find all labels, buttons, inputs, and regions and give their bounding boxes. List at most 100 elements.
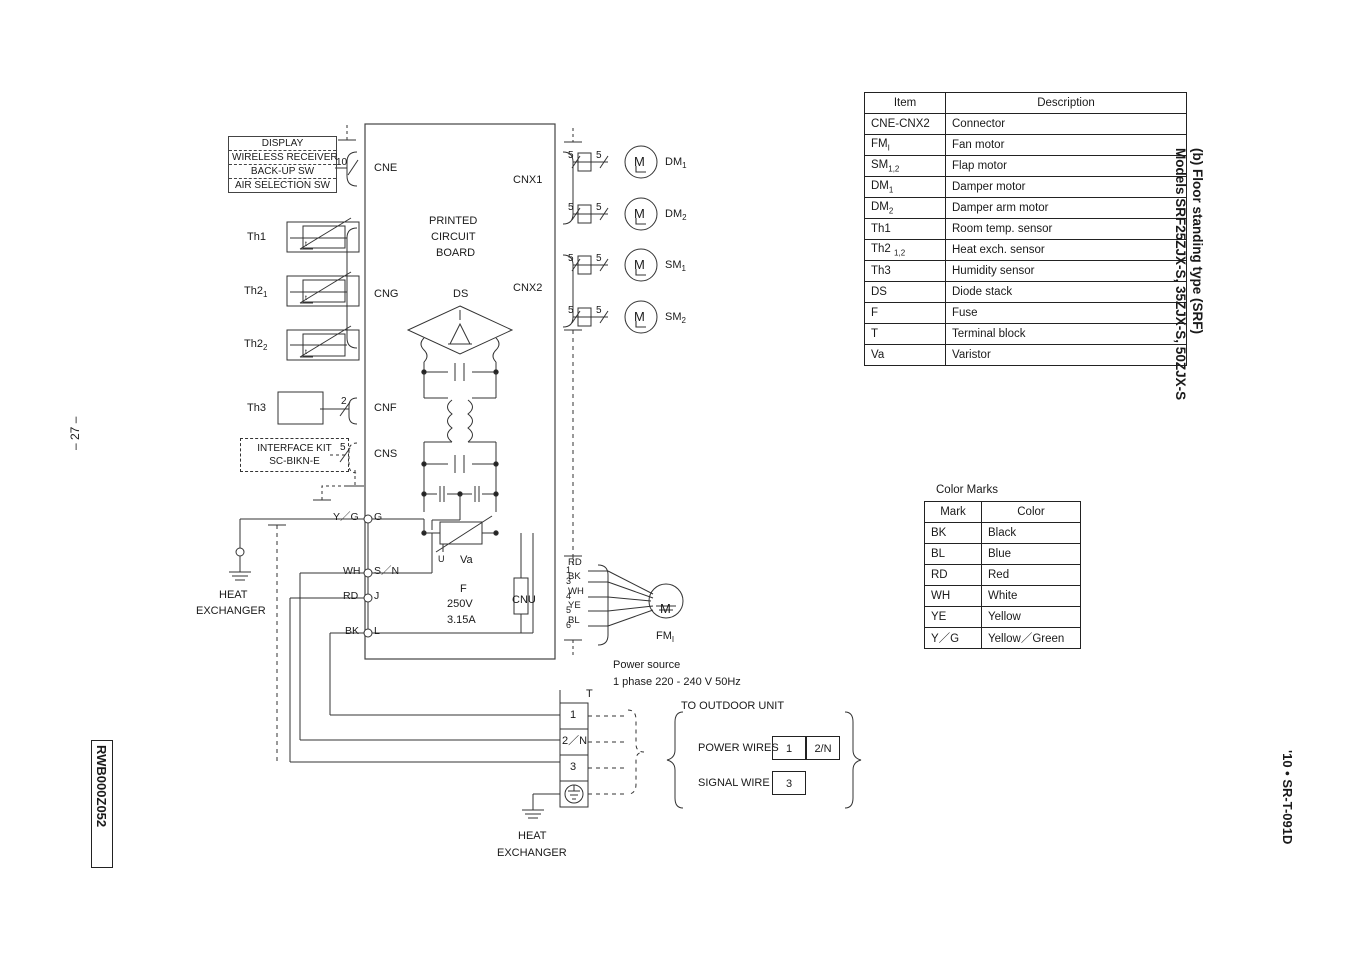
dm2-wire-out: 5 (596, 202, 602, 213)
fm-wire-color-rd: RD (568, 557, 582, 568)
color-header-mark: Mark (924, 501, 982, 523)
color-name-white: White (981, 585, 1081, 607)
power-wire-cell-2n: 2/N (806, 736, 840, 760)
pcb-title-line1: PRINTED (429, 215, 478, 227)
power-wires-label: POWER WIRES (698, 742, 779, 754)
connector-label-cnx1: CNX1 (513, 174, 543, 186)
connector-label-cnu: CNU (512, 594, 536, 606)
fuse-current: 3.15A (447, 614, 476, 626)
terminal-block-pin-2n: 2／N (562, 735, 588, 747)
terminal-mark-wh: WH (343, 565, 361, 577)
legend-header-row: Item Description (864, 92, 1187, 114)
motor-glyph-sm1: M (634, 257, 645, 272)
fm-wire-color-wh: WH (568, 586, 584, 597)
heat-exchanger-bottom-line2: EXCHANGER (497, 847, 567, 859)
power-source-line1: Power source (613, 659, 681, 671)
terminal-mark-bk: BK (345, 625, 360, 637)
legend-item-fm: FMI (864, 134, 946, 156)
connector-label-cng: CNG (374, 288, 399, 300)
pcb-title-line2: CIRCUIT (431, 231, 476, 243)
legend-desc-varistor: Varistor (945, 344, 1187, 366)
legend-desc-fan-motor: Fan motor (945, 134, 1187, 156)
dm1-wire-out: 5 (596, 150, 602, 161)
models-label: Models SRF25ZJX-S, 35ZJX-S, 50ZJX-S (1173, 148, 1188, 401)
motor-label-sm1: SM1 (665, 259, 686, 274)
terminal-mark-yg: Y／G (333, 511, 359, 523)
legend-desc-diode-stack: Diode stack (945, 281, 1187, 303)
table-row: Y／G Yellow／Green (924, 627, 1081, 649)
terminal-pin-j: J (374, 590, 380, 602)
dm1-wire-in: 5 (568, 150, 574, 161)
color-mark-wh: WH (924, 585, 982, 607)
color-name-yellow-green: Yellow／Green (981, 627, 1081, 649)
svg-text:t: t (305, 241, 307, 248)
fm-wire-color-ye: YE (568, 600, 581, 611)
varistor-label: Va (460, 554, 473, 566)
table-row: BL Blue (924, 543, 1081, 565)
legend-desc-heat-exch-sensor: Heat exch. sensor (945, 239, 1187, 261)
legend-item-va: Va (864, 344, 946, 366)
color-marks-table: Mark Color BK Black BL Blue RD Red WH White … (924, 501, 1081, 649)
terminal-mark-rd: RD (343, 590, 359, 602)
color-marks-title: Color Marks (936, 484, 998, 496)
dm2-wire-in: 5 (568, 202, 574, 213)
legend-item-cne-cnx2: CNE-CNX2 (864, 113, 946, 135)
color-mark-bk: BK (924, 522, 982, 544)
color-name-blue: Blue (981, 543, 1081, 565)
table-row: T Terminal block (864, 323, 1187, 345)
table-row: RD Red (924, 564, 1081, 586)
terminal-pin-l: L (374, 625, 380, 637)
color-header-color: Color (981, 501, 1081, 523)
legend-header-description: Description (945, 92, 1187, 114)
motor-glyph-sm2: M (634, 309, 645, 324)
motor-glyph-dm1: M (634, 154, 645, 169)
motor-glyph-fm: M (660, 601, 671, 616)
signal-wire-label: SIGNAL WIRE (698, 777, 770, 789)
table-row: SM1,2 Flap motor (864, 155, 1187, 177)
pcb-title-line3: BOARD (436, 247, 476, 259)
sm2-wire-out: 5 (596, 305, 602, 316)
svg-text:t: t (305, 349, 307, 356)
connector-label-cns: CNS (374, 448, 398, 460)
fm-wire-color-bl: BL (568, 615, 580, 626)
legend-item-dm1: DM1 (864, 176, 946, 198)
interface-kit-box: INTERFACE KIT SC-BIKN-E (240, 438, 349, 472)
table-row: WH White (924, 585, 1081, 607)
interface-kit-wire-count: 5 (340, 442, 346, 453)
connector-label-cnx2: CNX2 (513, 282, 543, 294)
doc-code-box: RWB000Z052 (91, 740, 113, 868)
table-row: Va Varistor (864, 344, 1187, 366)
heat-exchanger-bottom-line1: HEAT (518, 830, 547, 842)
footer-right: '10 • SR-T-091D (1280, 750, 1295, 845)
color-header-row: Mark Color (924, 501, 1081, 523)
connector-label-cne: CNE (374, 162, 398, 174)
heat-exchanger-left-line2: EXCHANGER (196, 605, 266, 617)
legend-desc-flap-motor: Flap motor (945, 155, 1187, 177)
legend-desc-terminal-block: Terminal block (945, 323, 1187, 345)
table-row: BK Black (924, 522, 1081, 544)
legend-item-th3: Th3 (864, 260, 946, 282)
motor-label-dm2: DM2 (665, 208, 687, 223)
legend-item-ds: DS (864, 281, 946, 303)
terminal-pin-sn: S／N (374, 565, 400, 577)
legend-desc-fuse: Fuse (945, 302, 1187, 324)
legend-table: Item Description CNE-CNX2 Connector FMI Fa… (864, 92, 1187, 366)
legend-item-f: F (864, 302, 946, 324)
color-name-red: Red (981, 564, 1081, 586)
legend-desc-damper-arm-motor: Damper arm motor (945, 197, 1187, 219)
terminal-block-pin-3: 3 (570, 761, 577, 773)
sm1-wire-in: 5 (568, 253, 574, 264)
terminal-pin-g: G (374, 511, 383, 523)
motor-glyph-dm2: M (634, 206, 645, 221)
doc-code: RWB000Z052 (94, 745, 109, 828)
fm-wire-color-bk: BK (568, 571, 581, 582)
outdoor-unit-title: TO OUTDOOR UNIT (681, 700, 785, 712)
legend-item-th2: Th2 1,2 (864, 239, 946, 261)
table-row: YE Yellow (924, 606, 1081, 628)
fuse-label: F (460, 583, 467, 595)
sm1-wire-out: 5 (596, 253, 602, 264)
fuse-voltage: 250V (447, 598, 473, 610)
table-row: Th3 Humidity sensor (864, 260, 1187, 282)
table-row: Th2 1,2 Heat exch. sensor (864, 239, 1187, 261)
legend-desc-room-temp-sensor: Room temp. sensor (945, 218, 1187, 240)
